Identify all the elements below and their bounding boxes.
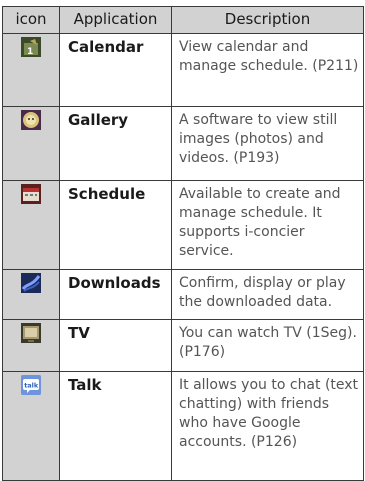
svg-text:1: 1 — [27, 47, 33, 57]
table-row: talk Talk It allows you to chat (text ch… — [2, 371, 364, 481]
app-name: Schedule — [59, 180, 172, 270]
header-icon: icon — [2, 6, 60, 34]
table-row: Gallery A software to view still images … — [2, 106, 364, 181]
talk-icon: talk — [21, 375, 41, 395]
app-description: You can watch TV (1Seg). (P176) — [171, 319, 364, 372]
header-description: Description — [171, 6, 364, 34]
table-row: TV You can watch TV (1Seg). (P176) — [2, 319, 364, 372]
applications-table: icon Application Description 1 Calendar … — [2, 6, 364, 481]
app-name: Downloads — [59, 269, 172, 320]
app-name: Talk — [59, 371, 172, 481]
app-description: It allows you to chat (text chatting) wi… — [171, 371, 364, 481]
downloads-icon — [21, 273, 41, 293]
app-name: TV — [59, 319, 172, 372]
schedule-icon — [21, 184, 41, 204]
tv-icon — [21, 323, 41, 343]
app-description: Confirm, display or play the downloaded … — [171, 269, 364, 320]
app-name: Calendar — [59, 33, 172, 107]
app-description: View calendar and manage schedule. (P211… — [171, 33, 364, 107]
app-description: A software to view still images (photos)… — [171, 106, 364, 181]
table-row: 1 Calendar View calendar and manage sche… — [2, 33, 364, 107]
header-row: icon Application Description — [2, 6, 364, 34]
calendar-icon: 1 — [21, 37, 41, 57]
table-row: Schedule Available to create and manage … — [2, 180, 364, 270]
header-application: Application — [59, 6, 172, 34]
talk-icon-label: talk — [24, 382, 39, 390]
app-description: Available to create and manage schedule.… — [171, 180, 364, 270]
table-row: Downloads Confirm, display or play the d… — [2, 269, 364, 320]
gallery-icon — [21, 110, 41, 130]
app-name: Gallery — [59, 106, 172, 181]
